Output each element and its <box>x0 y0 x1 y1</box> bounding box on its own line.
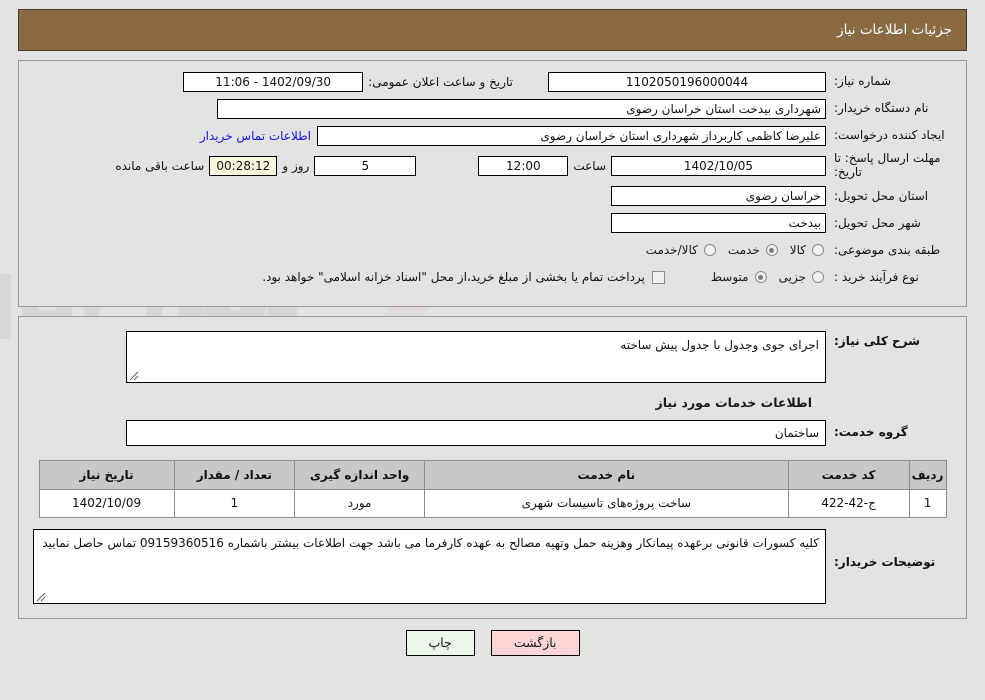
row-deadline: مهلت ارسال پاسخ: تا تاریخ: 1402/10/05 سا… <box>33 151 952 180</box>
cell-need-date: 1402/10/09 <box>38 488 175 518</box>
need-summary-panel: شماره نیاز: 1102050196000044 تاریخ و ساع… <box>18 60 967 307</box>
buyer-contact-link[interactable]: اطلاعات تماس خریدار <box>194 129 317 143</box>
general-desc-label: شرح کلی نیاز: <box>834 333 920 348</box>
need-number-label: شماره نیاز: <box>834 74 891 88</box>
province-value: خراسان رضوی <box>611 186 826 207</box>
days-remaining-value: 5 <box>314 155 417 176</box>
checkbox-treasury-payment[interactable] <box>651 270 665 284</box>
row-general-description: شرح کلی نیاز: اجرای جوی وجدول با جدول پی… <box>33 330 952 383</box>
buyer-org-value: شهرداری بیدخت استان خراسان رضوی <box>217 98 826 119</box>
service-group-value-box[interactable]: ساختمان <box>126 419 826 446</box>
buyer-org-label: نام دستگاه خریدار: <box>834 101 929 115</box>
radio-process-jozii-label: جزیی <box>778 270 806 285</box>
city-value: بیدخت <box>611 213 826 234</box>
buyer-notes-textarea[interactable]: کلیه کسورات قانونی برعهده پیمانکار وهزین… <box>33 528 826 604</box>
resize-grip-icon[interactable] <box>36 592 46 602</box>
days-word-label: روز و <box>282 158 310 173</box>
print-button[interactable]: چاپ <box>405 629 475 656</box>
buyer-notes-label: توضیحات خریدار: <box>834 554 936 569</box>
deadline-time-value: 12:00 <box>478 155 569 176</box>
row-buyer-org: نام دستگاه خریدار: شهرداری بیدخت استان خ… <box>33 98 952 119</box>
service-group-value: ساختمان <box>774 425 819 440</box>
deadline-label: مهلت ارسال پاسخ: تا تاریخ: <box>834 151 941 179</box>
city-label: شهر محل تحویل: <box>834 215 921 230</box>
col-need-date: تاریخ نیاز <box>38 459 175 490</box>
col-unit: واحد اندازه گیری <box>294 459 426 490</box>
hour-label: ساعت <box>573 158 606 173</box>
action-button-bar: بازگشت چاپ <box>0 629 985 656</box>
resize-grip-icon[interactable] <box>129 371 139 381</box>
radio-category-kala-khedmat-label: کالا/خدمت <box>645 243 698 258</box>
row-city: شهر محل تحویل: بیدخت <box>33 213 952 234</box>
countdown-timer: 00:28:12 <box>209 155 278 176</box>
radio-process-jozii[interactable] <box>812 271 824 284</box>
requester-value: علیرضا کاظمی کاربرداز شهرداری استان خراس… <box>317 125 826 146</box>
process-label: نوع فرآیند خرید : <box>834 269 919 284</box>
cell-unit: مورد <box>294 488 426 518</box>
treasury-payment-note: پرداخت تمام یا بخشی از مبلغ خرید،از محل … <box>262 270 645 285</box>
row-purchase-process: نوع فرآیند خرید : جزیی متوسط پرداخت تمام… <box>33 267 952 288</box>
table-row: 1 ج-42-422 ساخت پروژه‌های تاسیسات شهری م… <box>38 488 947 518</box>
cell-row-no: 1 <box>908 488 947 518</box>
row-buyer-notes: توضیحات خریدار: کلیه کسورات قانونی برعهد… <box>33 528 952 604</box>
radio-category-khedmat-label: خدمت <box>727 243 760 258</box>
general-desc-textarea[interactable]: اجرای جوی وجدول با جدول پیش ساخته <box>126 330 826 383</box>
requester-label: ایجاد کننده درخواست: <box>834 128 945 142</box>
col-quantity: تعداد / مقدار <box>173 459 296 490</box>
row-need-number: شماره نیاز: 1102050196000044 تاریخ و ساع… <box>33 71 952 92</box>
radio-category-kala-label: کالا <box>789 243 806 258</box>
col-service-name: نام خدمت <box>424 459 789 490</box>
buyer-notes-value: کلیه کسورات قانونی برعهده پیمانکار وهزین… <box>42 535 819 550</box>
back-button[interactable]: بازگشت <box>490 629 580 656</box>
need-details-panel: شرح کلی نیاز: اجرای جوی وجدول با جدول پی… <box>18 315 967 619</box>
row-service-group: گروه خدمت: ساختمان <box>33 419 952 446</box>
col-service-code: کد خدمت <box>787 459 910 490</box>
page-title: جزئیات اطلاعات نیاز <box>837 22 952 38</box>
services-section-title: اطلاعات خدمات مورد نیاز <box>655 394 813 410</box>
radio-category-kala-khedmat[interactable] <box>703 244 716 257</box>
radio-category-khedmat[interactable] <box>765 244 778 257</box>
row-category: طبقه بندی موضوعی: کالا خدمت کالا/خدمت <box>33 240 952 261</box>
row-province: استان محل تحویل: خراسان رضوی <box>33 186 952 207</box>
category-label: طبقه بندی موضوعی: <box>834 242 941 257</box>
radio-category-kala[interactable] <box>812 244 824 257</box>
need-number-value: 1102050196000044 <box>548 71 826 92</box>
remaining-word-label: ساعت باقی مانده <box>115 158 205 173</box>
cell-service-name: ساخت پروژه‌های تاسیسات شهری <box>424 488 789 518</box>
page-root: جزئیات اطلاعات نیاز شماره نیاز: 11020501… <box>0 9 985 656</box>
page-header: جزئیات اطلاعات نیاز <box>18 9 967 51</box>
col-row-no: ردیف <box>908 459 947 490</box>
services-table: ردیف کد خدمت نام خدمت واحد اندازه گیری ت… <box>38 459 947 518</box>
service-group-label: گروه خدمت: <box>834 425 908 440</box>
cell-quantity: 1 <box>173 488 296 518</box>
announce-datetime-label: تاریخ و ساعت اعلان عمومی: <box>368 74 513 89</box>
cell-service-code: ج-42-422 <box>787 488 910 518</box>
radio-process-motavaset-label: متوسط <box>710 270 749 285</box>
table-header-row: ردیف کد خدمت نام خدمت واحد اندازه گیری ت… <box>38 459 947 490</box>
announce-datetime-value: 1402/09/30 - 11:06 <box>183 71 364 92</box>
radio-process-motavaset[interactable] <box>754 271 767 284</box>
row-requester: ایجاد کننده درخواست: علیرضا کاظمی کاربرد… <box>33 125 952 146</box>
deadline-date-value: 1402/10/05 <box>611 155 826 176</box>
province-label: استان محل تحویل: <box>834 188 929 203</box>
general-desc-value: اجرای جوی وجدول با جدول پیش ساخته <box>620 337 819 352</box>
